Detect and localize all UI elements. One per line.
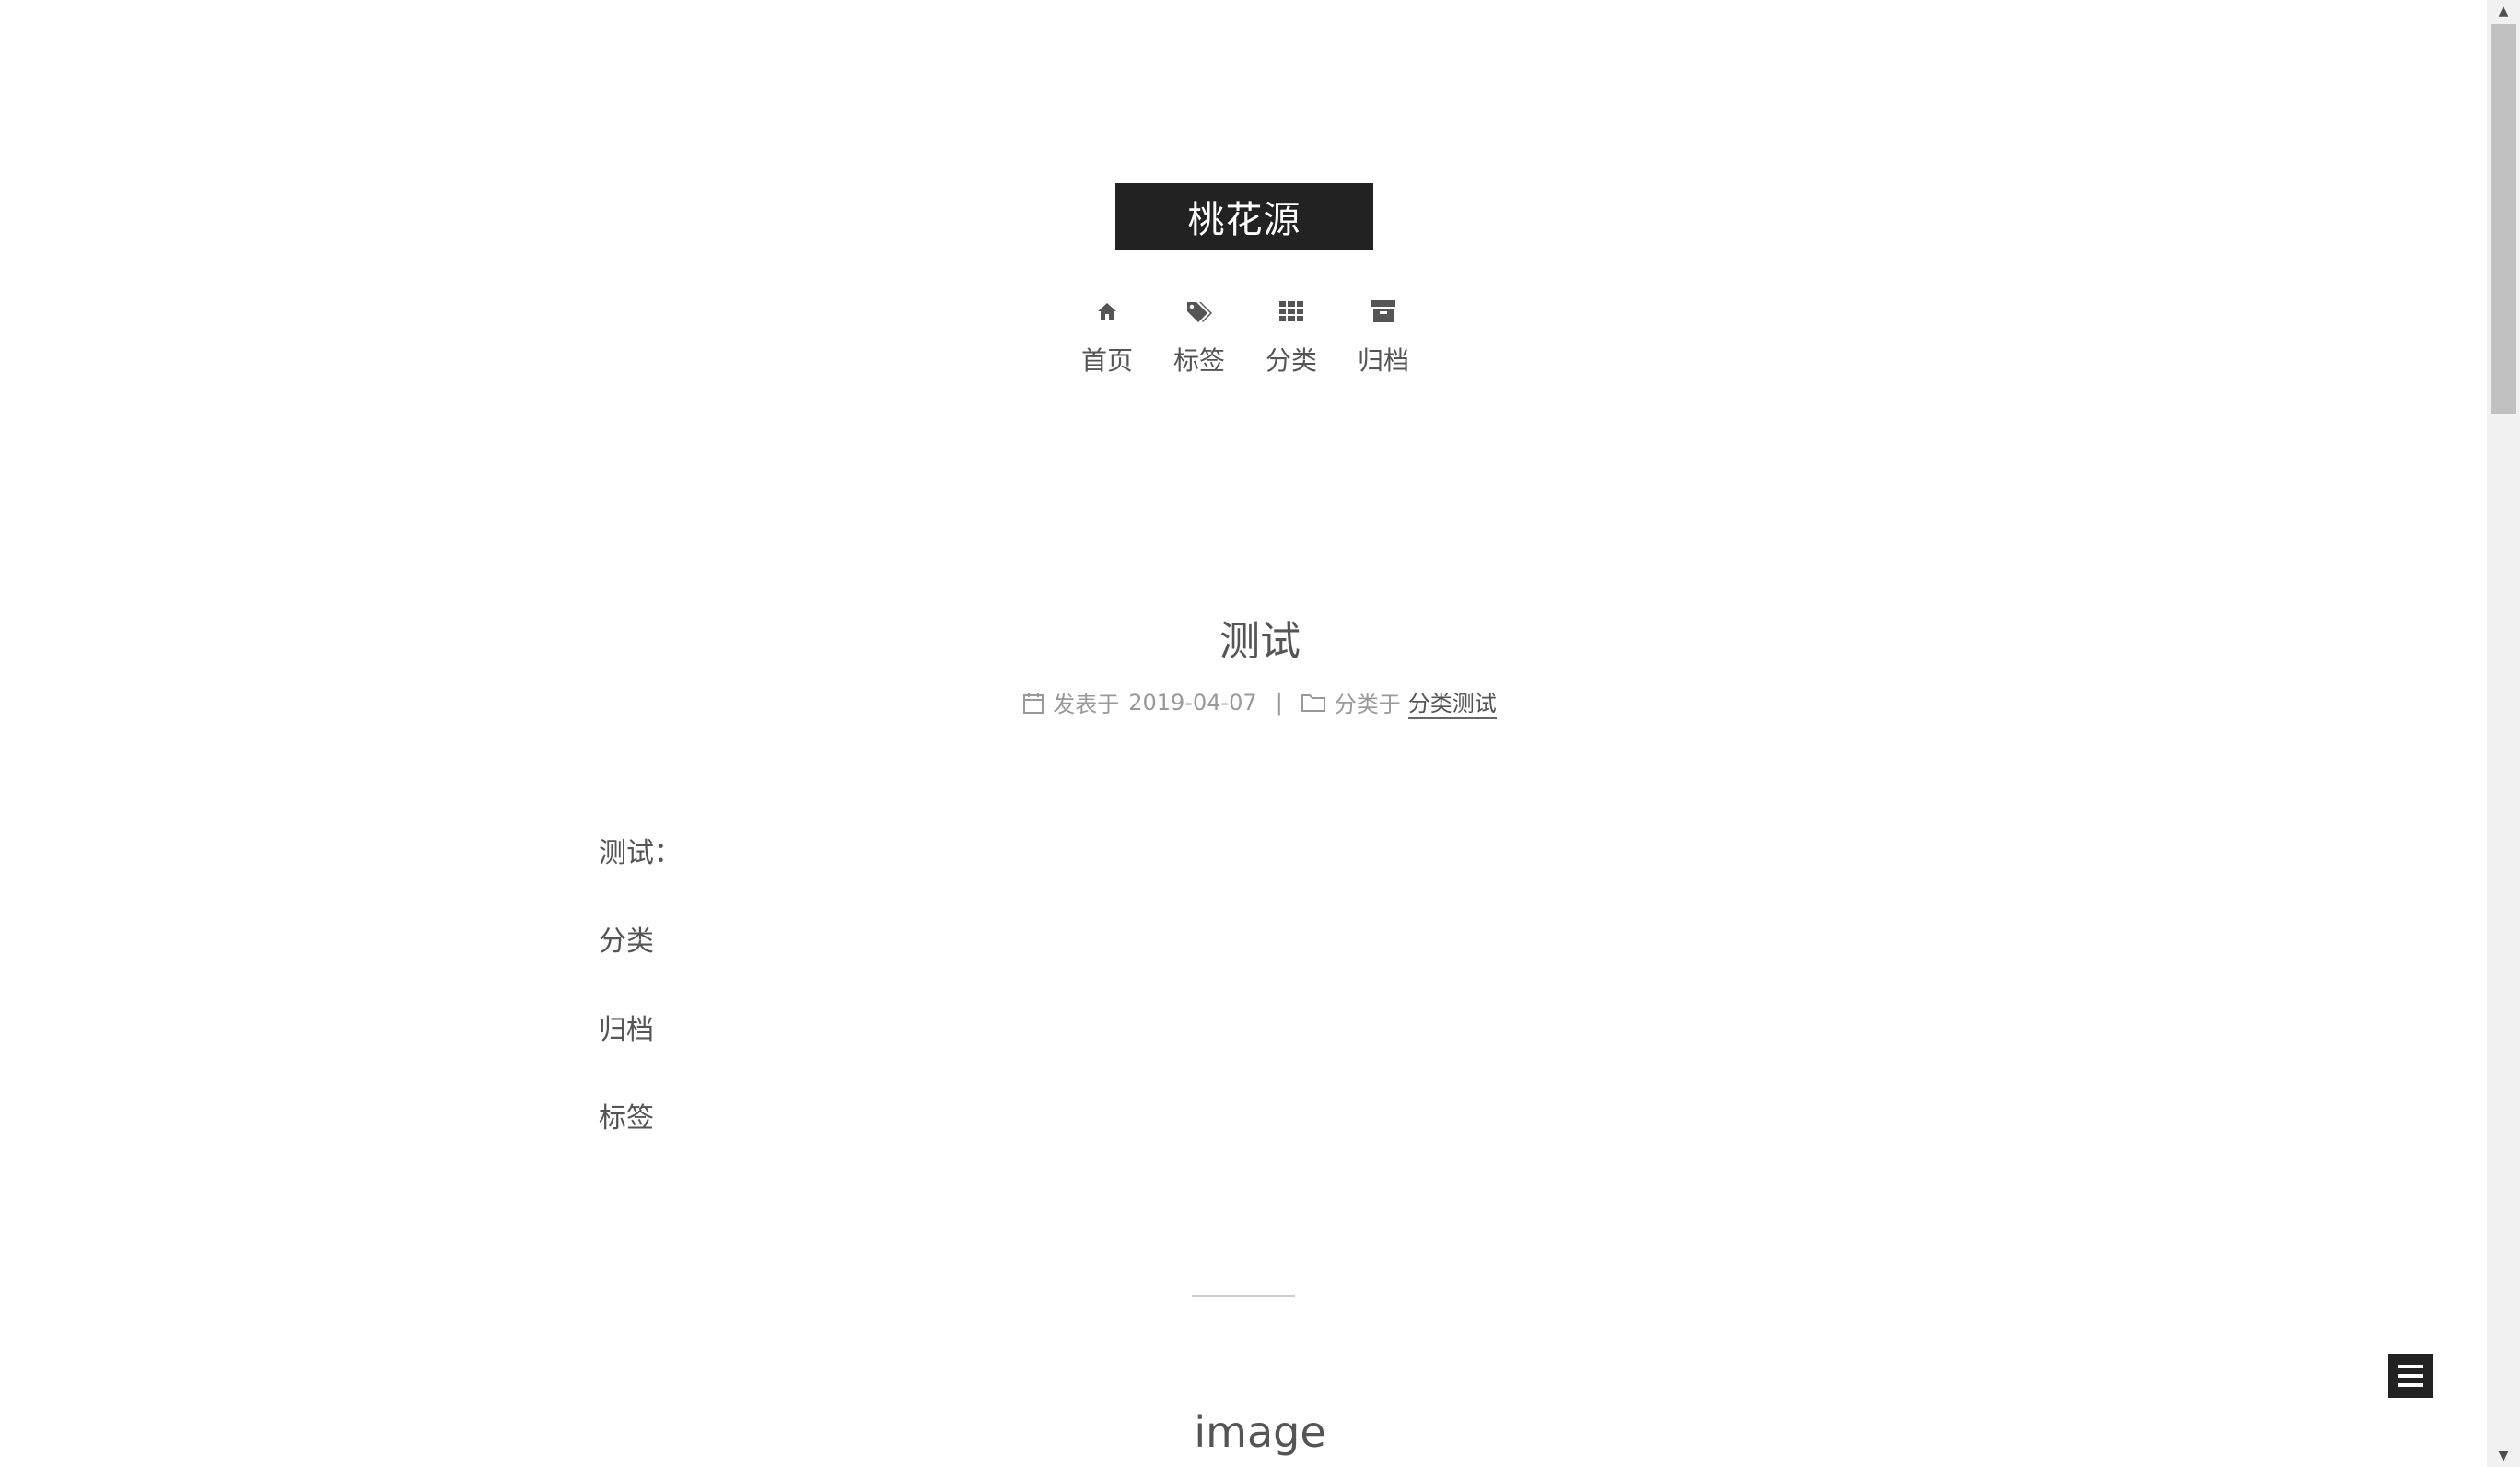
category-prefix: 分类于 [1334,692,1401,717]
calendar-icon [1023,692,1044,714]
post-title[interactable]: 测试 [799,608,1721,667]
th-icon [1279,293,1303,330]
body-paragraph: 测试： [599,837,682,869]
post-body: 测试： 分类 归档 标签 [599,838,1921,1192]
post-date: 2019-04-07 [1128,689,1257,716]
post-meta: 发表于 2019-04-07 | 分类于 分类测试 [799,685,1721,719]
vertical-scrollbar[interactable]: ▲ ▼ [2487,0,2520,1467]
menu-bar-icon [2398,1383,2423,1387]
body-paragraph: 分类 [599,926,654,958]
menu-item-home[interactable]: 首页 [1070,293,1144,385]
category-link[interactable]: 分类测试 [1407,685,1497,719]
menu-item-label: 分类 [1265,345,1317,376]
page: 桃花源 首页 标签 分类 归档 测试 发表于 2019-04-07 | 分类于 … [0,0,2520,1467]
menu-bar-icon [2398,1374,2423,1378]
body-paragraph: 归档 [599,1014,654,1046]
menu-item-label: 归档 [1357,345,1409,376]
menu-item-archives[interactable]: 归档 [1347,293,1420,385]
posted-prefix: 发表于 [1053,692,1120,717]
main-menu: 首页 标签 分类 归档 [1070,293,1420,385]
post-divider [1192,1295,1295,1297]
scroll-up-icon[interactable]: ▲ [2487,0,2520,22]
site-title[interactable]: 桃花源 [1115,183,1373,250]
sidebar-toggle-button[interactable] [2388,1354,2432,1398]
body-paragraph: 标签 [599,1102,654,1135]
menu-item-label: 首页 [1080,345,1133,376]
menu-item-tags[interactable]: 标签 [1162,293,1236,385]
archive-icon [1371,293,1395,330]
menu-item-label: 标签 [1172,345,1225,376]
meta-separator: | [1275,689,1283,716]
scrollbar-thumb[interactable] [2491,24,2516,414]
home-icon [1096,293,1118,330]
next-post-title[interactable]: image [799,1407,1721,1457]
scroll-down-icon[interactable]: ▼ [2487,1445,2520,1467]
menu-bar-icon [2398,1365,2423,1368]
menu-item-categories[interactable]: 分类 [1254,293,1328,385]
tags-icon [1185,293,1213,330]
folder-icon [1301,693,1325,713]
